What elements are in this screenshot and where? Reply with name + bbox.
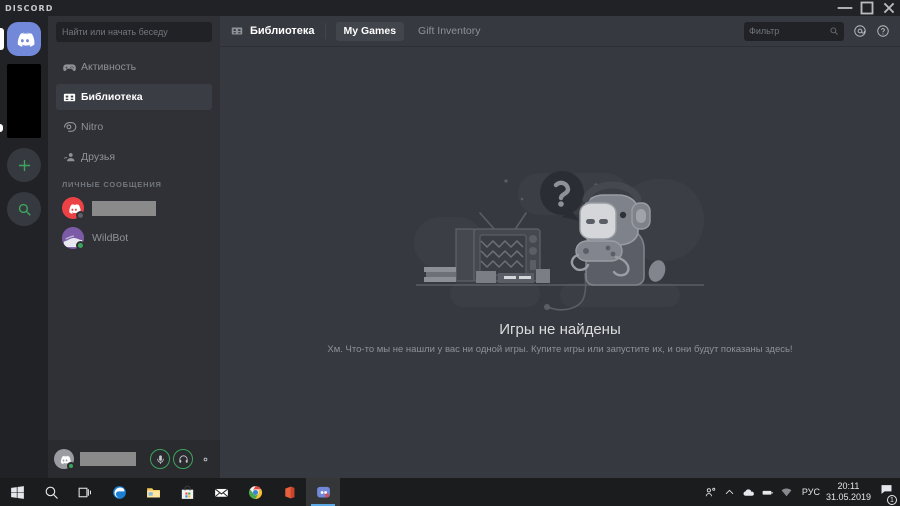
add-server-button[interactable] [7,148,41,182]
clock-time: 20:11 [837,481,860,491]
topbar-right: Фильтр [744,21,890,41]
list-item[interactable] [48,193,220,223]
deafen-headphones-button[interactable] [173,449,193,469]
search-placeholder: Найти или начать беседу [62,27,168,37]
avatar [62,227,85,250]
friends-icon [62,150,81,165]
server-unread-indicator [0,124,3,132]
username-redacted [80,452,136,466]
filter-input[interactable]: Фильтр [744,21,844,41]
folder-icon [146,487,160,497]
start-button[interactable] [0,478,34,506]
empty-state-title: Игры не найдены [499,321,621,338]
language-indicator[interactable]: РУС [802,487,820,497]
close-button[interactable] [878,0,900,16]
discord-button[interactable] [306,478,340,506]
avatar[interactable] [54,449,75,470]
status-badge [67,462,75,470]
file-explorer-button[interactable] [136,478,170,506]
library-icon [231,27,243,35]
mentions-button[interactable] [853,24,867,38]
chevron-up-icon[interactable] [720,486,739,499]
search-input[interactable]: Найти или начать беседу [56,22,212,42]
dm-name: WildBot [92,232,129,244]
window-controls [834,0,900,16]
tab-my-games[interactable]: My Games [335,21,405,41]
home-button[interactable] [7,22,41,56]
clock[interactable]: 20:11 31.05.2019 [826,481,871,503]
empty-state-subtitle: Хм. Что-то мы не нашли у вас ни одной иг… [327,344,793,355]
battery-icon[interactable] [758,486,777,499]
maximize-button[interactable] [856,0,878,16]
mute-microphone-button[interactable] [150,449,170,469]
notification-count-badge: 1 [887,495,897,505]
nitro-icon [62,120,81,135]
discord-wordmark: DISCORD [5,3,54,13]
notifications-button[interactable]: 1 [879,482,897,505]
discord-window: DISCORD Найти или начать беседу Активнос… [0,0,900,506]
clock-date: 31.05.2019 [825,492,871,502]
window-titlebar: DISCORD [0,0,900,16]
empty-state: Игры не найдены Хм. Что-то мы не нашли у… [220,47,900,355]
dm-section-header: ЛИЧНЫЕ СООБЩЕНИЯ [62,180,162,189]
home-active-indicator [0,28,4,50]
mail-button[interactable] [204,478,238,506]
library-icon [62,90,81,105]
search-container: Найти или начать беседу [48,16,220,48]
channel-sidebar: Найти или начать беседу Активность Библи… [48,16,220,478]
sidebar-item-library[interactable]: Библиотека [56,84,212,110]
user-settings-button[interactable] [196,450,214,468]
office-icon [284,485,294,499]
store-button[interactable] [170,478,204,506]
windows-icon [10,485,24,499]
sidebar-nav: Активность Библиотека Nitro Друзья [48,48,220,170]
sidebar-item-library-label: Библиотека [81,91,143,103]
main-content: Библиотека My Games Gift Inventory Фильт… [220,16,900,478]
wifi-icon[interactable] [777,486,796,499]
chrome-icon [248,485,262,499]
status-badge [76,211,85,220]
divider [324,23,326,39]
sidebar-item-nitro-label: Nitro [81,121,104,133]
status-badge [76,241,85,250]
sidebar-item-friends[interactable]: Друзья [56,144,212,170]
search-button[interactable] [34,478,68,506]
task-view-icon [78,487,91,497]
edge-button[interactable] [102,478,136,506]
avatar [62,197,85,220]
page-title: Библиотека [230,24,315,38]
server-rail [0,16,48,478]
search-icon [45,486,58,499]
library-topbar: Библиотека My Games Gift Inventory Фильт… [220,16,900,47]
sidebar-item-activity[interactable]: Активность [56,54,212,80]
page-title-label: Библиотека [250,25,315,37]
dm-name-redacted [92,200,156,216]
sidebar-item-nitro[interactable]: Nitro [56,114,212,140]
tab-gift-inventory[interactable]: Gift Inventory [410,22,488,41]
user-panel-actions [150,449,214,469]
sidebar-item-friends-label: Друзья [81,151,116,163]
no-games-illustration [414,171,704,311]
help-button[interactable] [876,24,890,38]
minimize-button[interactable] [834,0,856,16]
search-icon [830,27,838,35]
edge-icon [112,485,126,499]
windows-taskbar: РУС 20:11 31.05.2019 1 [0,478,900,506]
store-icon [181,485,193,499]
discord-icon [316,486,330,497]
user-panel [48,440,220,478]
list-item[interactable]: WildBot [48,223,220,253]
task-view-button[interactable] [68,478,102,506]
office-button[interactable] [272,478,306,506]
sidebar-item-activity-label: Активность [81,61,137,73]
mail-icon [214,488,228,497]
people-icon[interactable] [701,486,720,499]
chrome-button[interactable] [238,478,272,506]
filter-placeholder: Фильтр [749,26,780,36]
explore-servers-button[interactable] [7,192,41,226]
server-list-redacted [7,64,41,138]
onedrive-cloud-icon[interactable] [739,486,758,499]
gamepad-icon [62,60,81,75]
system-tray: РУС 20:11 31.05.2019 1 [701,481,900,505]
